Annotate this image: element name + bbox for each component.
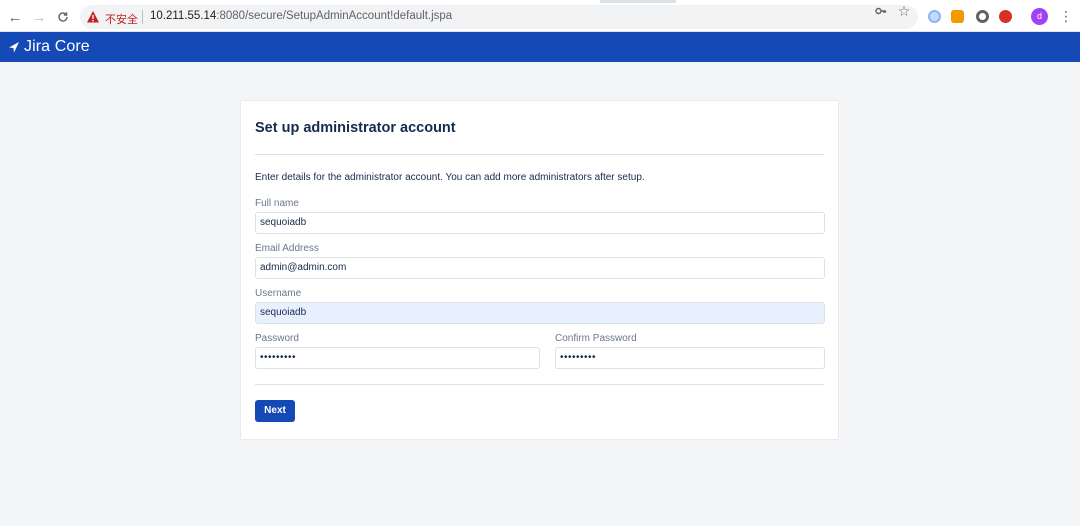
app-header: Jira Core bbox=[0, 32, 1080, 62]
app-logo[interactable]: Jira Core bbox=[8, 38, 90, 56]
profile-avatar[interactable]: d bbox=[1031, 8, 1048, 25]
reload-icon bbox=[58, 12, 68, 22]
page-title: Set up administrator account bbox=[255, 120, 456, 136]
username-label: Username bbox=[255, 288, 302, 299]
next-button[interactable]: Next bbox=[255, 400, 295, 422]
url-path: :8080/secure/SetupAdminAccount!default.j… bbox=[216, 10, 453, 22]
url-text[interactable]: 10.211.55.14:8080/secure/SetupAdminAccou… bbox=[150, 10, 452, 22]
key-icon-glyph bbox=[875, 7, 887, 15]
password-input[interactable]: ••••••••• bbox=[255, 347, 540, 369]
warning-triangle-icon bbox=[87, 11, 99, 23]
omnibox-divider bbox=[142, 10, 143, 24]
email-input[interactable]: admin@admin.com bbox=[255, 257, 825, 279]
star-icon[interactable]: ☆ bbox=[896, 3, 912, 19]
title-divider bbox=[255, 154, 824, 155]
setup-admin-card: Set up administrator account Enter detai… bbox=[240, 100, 839, 440]
full-name-input[interactable]: sequoiadb bbox=[255, 212, 825, 234]
tab-active[interactable] bbox=[0, 0, 600, 3]
browser-toolbar: ← → 不安全 10.211.55.14:8080/secure/SetupAd… bbox=[0, 0, 1080, 32]
jira-logo-icon bbox=[9, 42, 19, 53]
extension-icon-3[interactable] bbox=[976, 10, 989, 23]
browser-menu-icon[interactable]: ⋮ bbox=[1059, 8, 1073, 25]
security-status-label[interactable]: 不安全 bbox=[105, 11, 138, 27]
username-input[interactable]: sequoiadb bbox=[255, 302, 825, 324]
intro-text: Enter details for the administrator acco… bbox=[255, 172, 645, 183]
tab-strip bbox=[0, 0, 1080, 3]
tab-inactive[interactable] bbox=[676, 0, 1080, 3]
app-name: Jira Core bbox=[24, 38, 90, 55]
footer-divider bbox=[255, 384, 824, 385]
key-icon[interactable] bbox=[873, 5, 889, 21]
password-label: Password bbox=[255, 333, 299, 344]
full-name-label: Full name bbox=[255, 198, 299, 209]
extension-icon-1[interactable] bbox=[928, 10, 941, 23]
confirm-password-label: Confirm Password bbox=[555, 333, 637, 344]
forward-arrow-icon: → bbox=[31, 8, 47, 26]
back-arrow-icon: ← bbox=[7, 8, 23, 26]
extension-icon-4[interactable] bbox=[999, 10, 1012, 23]
url-host: 10.211.55.14 bbox=[150, 10, 217, 22]
reload-button[interactable] bbox=[54, 8, 72, 26]
email-label: Email Address bbox=[255, 243, 319, 254]
confirm-password-input[interactable]: ••••••••• bbox=[555, 347, 825, 369]
address-bar[interactable]: 不安全 10.211.55.14:8080/secure/SetupAdminA… bbox=[80, 5, 918, 29]
extension-icon-2[interactable] bbox=[951, 10, 964, 23]
back-button[interactable]: ← bbox=[6, 8, 24, 26]
forward-button[interactable]: → bbox=[30, 8, 48, 26]
